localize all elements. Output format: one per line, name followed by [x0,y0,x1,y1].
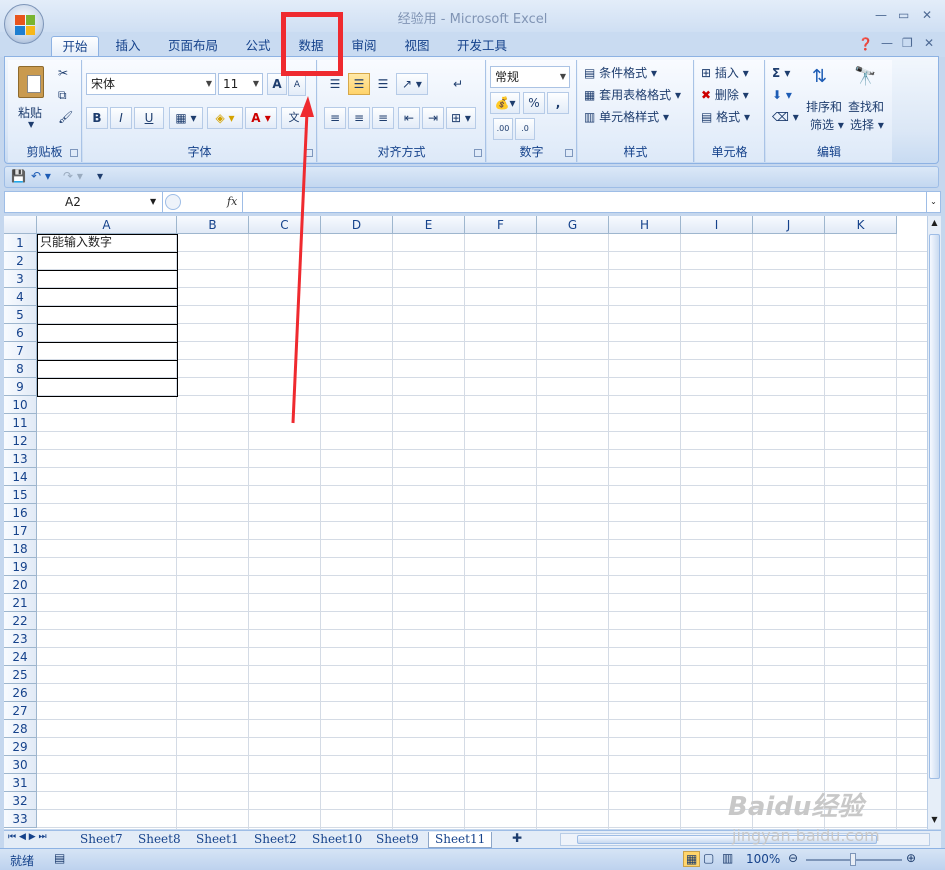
annotation-arrow [291,96,314,424]
